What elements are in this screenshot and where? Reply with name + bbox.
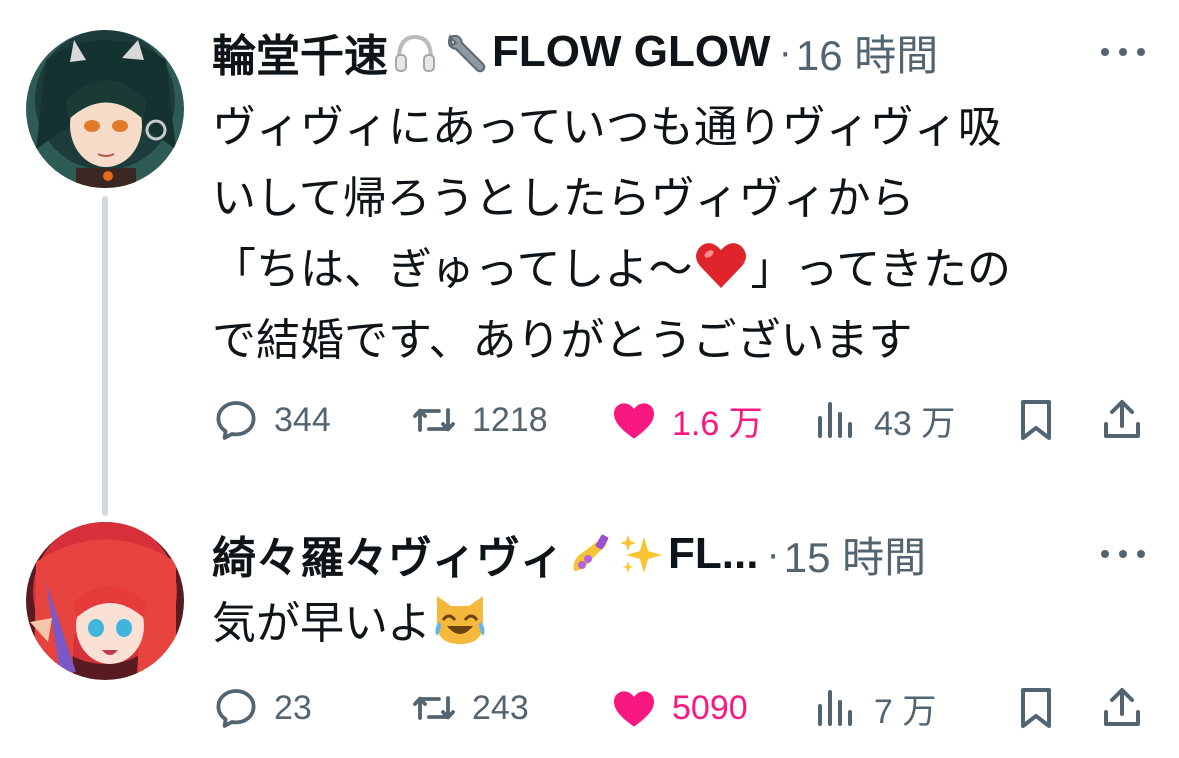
bookmark-icon	[1021, 688, 1051, 728]
red-heart-icon	[692, 236, 750, 294]
text-line: 気が早いよ	[212, 588, 1152, 659]
author-name[interactable]: 輪堂千速	[212, 20, 388, 84]
sparkles-icon	[618, 531, 664, 577]
separator-dot: ·	[778, 29, 792, 74]
views-icon	[818, 690, 852, 726]
bookmark-button[interactable]	[1012, 678, 1060, 738]
nail-polish-icon	[568, 531, 614, 577]
text-line: で結婚です、ありがとうございます	[212, 316, 913, 365]
views-count: 43 万	[874, 404, 956, 443]
like-button[interactable]: 1.6 万	[610, 390, 763, 450]
retweet-button[interactable]: 1218	[410, 390, 548, 450]
like-button[interactable]: 5090	[610, 678, 748, 738]
reply-count: 23	[274, 688, 312, 727]
reply-button[interactable]: 344	[212, 390, 331, 450]
bookmark-button[interactable]	[1012, 390, 1060, 450]
bookmark-icon	[1021, 400, 1051, 440]
cat-tears-of-joy-icon	[431, 590, 489, 648]
text-line: ヴィヴィにあっていつも通りヴィヴィ吸	[212, 103, 1002, 152]
author-tag: FL...	[668, 529, 759, 578]
text-line: いして帰ろうとしたらヴィヴィから	[212, 174, 915, 223]
thread-line	[102, 196, 108, 516]
separator-dot: ·	[766, 531, 780, 576]
action-bar: 344 1218 1.6 万 43 万	[212, 390, 1152, 450]
retweet-button[interactable]: 243	[410, 678, 529, 738]
retweet-icon	[413, 408, 455, 432]
share-button[interactable]	[1098, 678, 1146, 738]
headphones-icon	[392, 29, 438, 75]
timestamp[interactable]: 15 時間	[784, 524, 926, 585]
text-segment: 」ってきたの	[750, 245, 1011, 294]
retweet-icon	[413, 696, 455, 720]
more-options-icon[interactable]	[1101, 42, 1145, 62]
heart-filled-icon	[614, 403, 654, 439]
avatar[interactable]	[26, 30, 184, 188]
reply-count: 344	[274, 400, 331, 439]
text-segment: 気が早いよ	[212, 599, 432, 648]
author-tag: FLOW GLOW	[492, 27, 771, 76]
reply-icon	[216, 689, 256, 728]
tweet-header: 輪堂千速 FLOW GLOW · 16 時間	[212, 22, 1179, 82]
more-options-icon[interactable]	[1101, 544, 1145, 564]
like-count: 5090	[672, 688, 748, 727]
share-button[interactable]	[1098, 390, 1146, 450]
text-line: 「ちは、ぎゅってしよ〜 」ってきたの	[212, 234, 1152, 305]
author-name[interactable]: 綺々羅々ヴィヴィ	[212, 522, 564, 586]
retweet-count: 1218	[472, 400, 548, 439]
tweet[interactable]: 綺々羅々ヴィヴィ FL... · 15 時間 気が早いよ 23 243 5090…	[0, 508, 1179, 758]
tweet[interactable]: 輪堂千速 FLOW GLOW · 16 時間 ヴィヴィにあっていつも通りヴィヴィ…	[0, 0, 1179, 516]
text-segment: 「ちは、ぎゅってしよ〜	[212, 245, 693, 294]
like-count: 1.6 万	[672, 404, 763, 443]
tweet-text: 気が早いよ	[212, 588, 1152, 659]
views-button[interactable]: 7 万	[812, 678, 936, 738]
avatar[interactable]	[26, 522, 184, 680]
heart-filled-icon	[614, 691, 654, 727]
share-icon	[1104, 400, 1140, 438]
wrench-icon	[442, 29, 488, 75]
share-icon	[1104, 688, 1140, 726]
action-bar: 23 243 5090 7 万	[212, 678, 1152, 738]
reply-button[interactable]: 23	[212, 678, 312, 738]
retweet-count: 243	[472, 688, 529, 727]
views-count: 7 万	[874, 692, 937, 731]
views-button[interactable]: 43 万	[812, 390, 955, 450]
views-icon	[818, 402, 852, 438]
timestamp[interactable]: 16 時間	[796, 22, 938, 83]
reply-icon	[216, 401, 256, 440]
tweet-header: 綺々羅々ヴィヴィ FL... · 15 時間	[212, 524, 1179, 584]
tweet-text: ヴィヴィにあっていつも通りヴィヴィ吸 いして帰ろうとしたらヴィヴィから 「ちは、…	[212, 92, 1152, 376]
